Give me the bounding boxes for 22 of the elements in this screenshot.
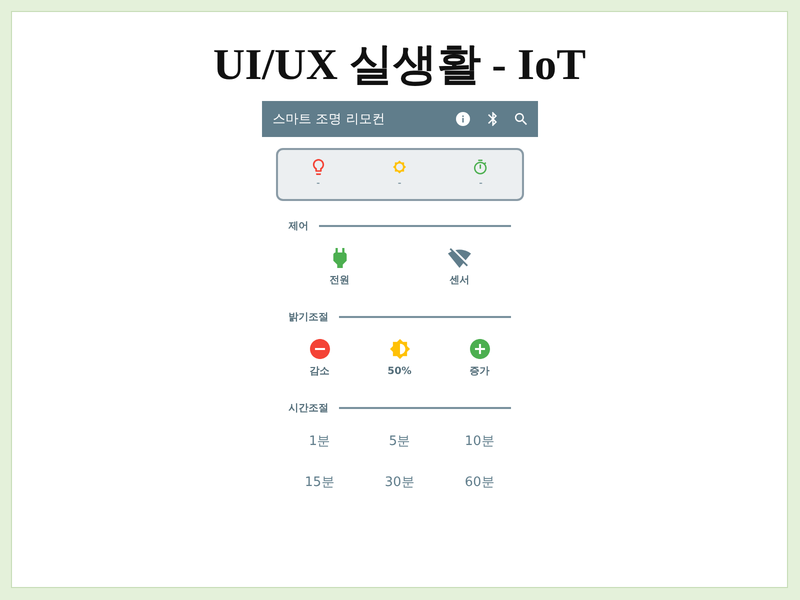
app-title: 스마트 조명 리모컨 bbox=[272, 111, 385, 128]
sensor-button[interactable]: 센서 bbox=[448, 248, 471, 288]
time-option-button[interactable]: 15분 bbox=[304, 474, 334, 492]
slide-title: UI/UX 실생활 - IoT bbox=[213, 39, 586, 91]
section-title: 밝기조절 bbox=[288, 311, 328, 324]
info-icon[interactable] bbox=[456, 112, 470, 126]
search-icon[interactable] bbox=[514, 113, 526, 125]
status-value: - bbox=[398, 178, 402, 190]
time-option-button[interactable]: 10분 bbox=[464, 433, 494, 451]
time-option-button[interactable]: 60분 bbox=[464, 474, 494, 492]
brightness-level-button[interactable]: 50% bbox=[388, 339, 412, 379]
section-title: 제어 bbox=[288, 220, 308, 233]
power-button[interactable]: 전원 bbox=[330, 248, 350, 288]
increase-button[interactable]: 증가 bbox=[470, 339, 490, 379]
status-value: - bbox=[479, 178, 483, 190]
bluetooth-icon[interactable] bbox=[488, 112, 496, 126]
time-option-button[interactable]: 1분 bbox=[308, 433, 330, 451]
section-title: 시간조절 bbox=[288, 402, 328, 415]
status-value: - bbox=[316, 178, 320, 190]
decrease-button[interactable]: 감소 bbox=[310, 339, 330, 379]
time-option-button[interactable]: 30분 bbox=[384, 474, 414, 492]
time-option-button[interactable]: 5분 bbox=[388, 433, 410, 451]
